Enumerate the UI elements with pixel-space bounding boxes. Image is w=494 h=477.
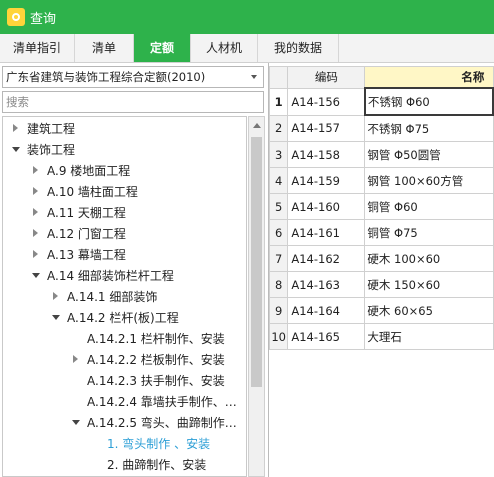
tree-scrollbar[interactable] xyxy=(248,116,265,477)
quota-tree: 建筑工程 装饰工程 A.9 楼地面工程 A.10 墙柱面工程 A.11 天棚工程… xyxy=(2,116,247,477)
table-row[interactable]: 6 A14-161 铜管 Φ75 xyxy=(269,219,494,246)
triangle-right-icon[interactable] xyxy=(53,292,58,300)
name-cell[interactable]: 钢管 Φ50圆管 xyxy=(364,141,494,168)
tab-bill-guide[interactable]: 清单指引 xyxy=(0,34,75,62)
quota-table: 编码 名称 1 A14-156 不锈钢 Φ60 2 A14-157 不锈钢 Φ75 3 A14… xyxy=(269,66,494,350)
name-cell[interactable]: 铜管 Φ60 xyxy=(364,193,494,220)
triangle-right-icon[interactable] xyxy=(33,229,38,237)
code-cell[interactable]: A14-158 xyxy=(287,141,366,168)
row-index-cell[interactable]: 8 xyxy=(269,271,289,298)
triangle-right-icon[interactable] xyxy=(73,355,78,363)
triangle-right-icon[interactable] xyxy=(13,124,18,132)
triangle-right-icon[interactable] xyxy=(33,166,38,174)
table-row[interactable]: 10 A14-165 大理石 xyxy=(269,323,494,350)
code-cell[interactable]: A14-165 xyxy=(287,323,366,350)
name-cell[interactable]: 大理石 xyxy=(364,323,494,350)
tree-node[interactable]: A.14.2.5 弯头、曲蹄制作… xyxy=(72,413,243,433)
row-index-cell[interactable]: 4 xyxy=(269,167,289,194)
name-cell[interactable]: 硬木 100×60 xyxy=(364,245,494,272)
triangle-down-icon[interactable] xyxy=(12,147,20,152)
code-cell[interactable]: A14-162 xyxy=(287,245,366,272)
tree-node[interactable]: A.14.2.2 栏板制作、安装 xyxy=(73,350,243,370)
quota-table-panel: 编码 名称 1 A14-156 不锈钢 Φ60 2 A14-157 不锈钢 Φ75 3 A14… xyxy=(269,63,494,477)
tree-node[interactable]: A.10 墙柱面工程 xyxy=(33,182,243,202)
column-header-name[interactable]: 名称 xyxy=(364,66,494,89)
code-cell[interactable]: A14-164 xyxy=(287,297,366,324)
triangle-down-icon[interactable] xyxy=(32,273,40,278)
row-index-cell[interactable]: 2 xyxy=(269,114,289,142)
triangle-right-icon[interactable] xyxy=(33,208,38,216)
chevron-down-icon[interactable] xyxy=(251,75,257,79)
code-cell[interactable]: A14-160 xyxy=(287,193,366,220)
table-corner xyxy=(269,66,289,89)
table-row[interactable]: 4 A14-159 钢管 100×60方管 xyxy=(269,167,494,194)
triangle-right-icon[interactable] xyxy=(33,250,38,258)
code-cell[interactable]: A14-163 xyxy=(287,271,366,298)
quota-library-select[interactable]: 广东省建筑与装饰工程综合定额(2010) xyxy=(2,66,264,88)
name-cell[interactable]: 不锈钢 Φ75 xyxy=(364,114,494,142)
row-index-cell[interactable]: 1 xyxy=(269,87,289,116)
tree-node[interactable]: 2. 曲蹄制作、安装 xyxy=(93,455,243,475)
tree-node[interactable]: A.14 细部装饰栏杆工程 xyxy=(32,266,243,286)
code-cell[interactable]: A14-156 xyxy=(287,87,366,116)
search-app-icon xyxy=(7,8,25,26)
tree-node[interactable]: A.14.2.4 靠墙扶手制作、… xyxy=(73,392,243,412)
search-input[interactable]: 搜索 xyxy=(2,91,264,113)
tree-node[interactable]: A.14.1 细部装饰 xyxy=(53,287,243,307)
code-cell[interactable]: A14-157 xyxy=(287,114,366,142)
table-row[interactable]: 7 A14-162 硬木 100×60 xyxy=(269,245,494,272)
triangle-right-icon[interactable] xyxy=(33,187,38,195)
table-row[interactable]: 3 A14-158 钢管 Φ50圆管 xyxy=(269,141,494,168)
triangle-down-icon[interactable] xyxy=(72,420,80,425)
name-cell[interactable]: 不锈钢 Φ60 xyxy=(363,87,494,116)
code-cell[interactable]: A14-161 xyxy=(287,219,366,246)
table-row[interactable]: 1 A14-156 不锈钢 Φ60 xyxy=(269,87,494,116)
tree-node[interactable]: A.14.2.1 栏杆制作、安装 xyxy=(73,329,243,349)
row-index-cell[interactable]: 3 xyxy=(269,141,289,168)
row-index-cell[interactable]: 6 xyxy=(269,219,289,246)
tree-node[interactable]: A.9 楼地面工程 xyxy=(33,161,243,181)
table-row[interactable]: 5 A14-160 铜管 Φ60 xyxy=(269,193,494,220)
tree-node-selected[interactable]: 1. 弯头制作 、安装 xyxy=(93,434,243,454)
tab-bill[interactable]: 清单 xyxy=(75,34,134,62)
table-row[interactable]: 8 A14-163 硬木 150×60 xyxy=(269,271,494,298)
row-index-cell[interactable]: 7 xyxy=(269,245,289,272)
name-cell[interactable]: 硬木 60×65 xyxy=(364,297,494,324)
tab-quota[interactable]: 定额 xyxy=(134,34,191,62)
left-panel: 广东省建筑与装饰工程综合定额(2010) 搜索 建筑工程 装饰工程 A.9 楼地… xyxy=(0,63,269,477)
tree-node[interactable]: A.13 幕墙工程 xyxy=(33,245,243,265)
tree-node[interactable]: 建筑工程 xyxy=(13,119,243,139)
column-header-code[interactable]: 编码 xyxy=(287,66,366,89)
tab-labor-material-machine[interactable]: 人材机 xyxy=(191,34,258,62)
name-cell[interactable]: 硬木 150×60 xyxy=(364,271,494,298)
row-index-cell[interactable]: 9 xyxy=(269,297,289,324)
table-row[interactable]: 2 A14-157 不锈钢 Φ75 xyxy=(269,114,494,142)
tree-node[interactable]: A.14.2.3 扶手制作、安装 xyxy=(73,371,243,391)
table-row[interactable]: 9 A14-164 硬木 60×65 xyxy=(269,297,494,324)
name-cell[interactable]: 铜管 Φ75 xyxy=(364,219,494,246)
tab-bar: 清单指引 清单 定额 人材机 我的数据 xyxy=(0,34,494,63)
scrollbar-thumb[interactable] xyxy=(251,137,262,387)
triangle-down-icon[interactable] xyxy=(52,315,60,320)
tree-node[interactable]: A.12 门窗工程 xyxy=(33,224,243,244)
tree-node[interactable]: 装饰工程 xyxy=(12,140,243,160)
scroll-up-icon[interactable] xyxy=(253,123,261,128)
code-cell[interactable]: A14-159 xyxy=(287,167,366,194)
tree-node[interactable]: A.14.2 栏杆(板)工程 xyxy=(52,308,243,328)
quota-library-value: 广东省建筑与装饰工程综合定额(2010) xyxy=(6,70,206,84)
row-index-cell[interactable]: 10 xyxy=(269,323,289,350)
tab-my-data[interactable]: 我的数据 xyxy=(258,34,339,62)
window-title: 查询 xyxy=(30,12,57,27)
title-bar: 查询 xyxy=(0,0,494,34)
tree-node[interactable]: A.11 天棚工程 xyxy=(33,203,243,223)
row-index-cell[interactable]: 5 xyxy=(269,193,289,220)
name-cell[interactable]: 钢管 100×60方管 xyxy=(364,167,494,194)
